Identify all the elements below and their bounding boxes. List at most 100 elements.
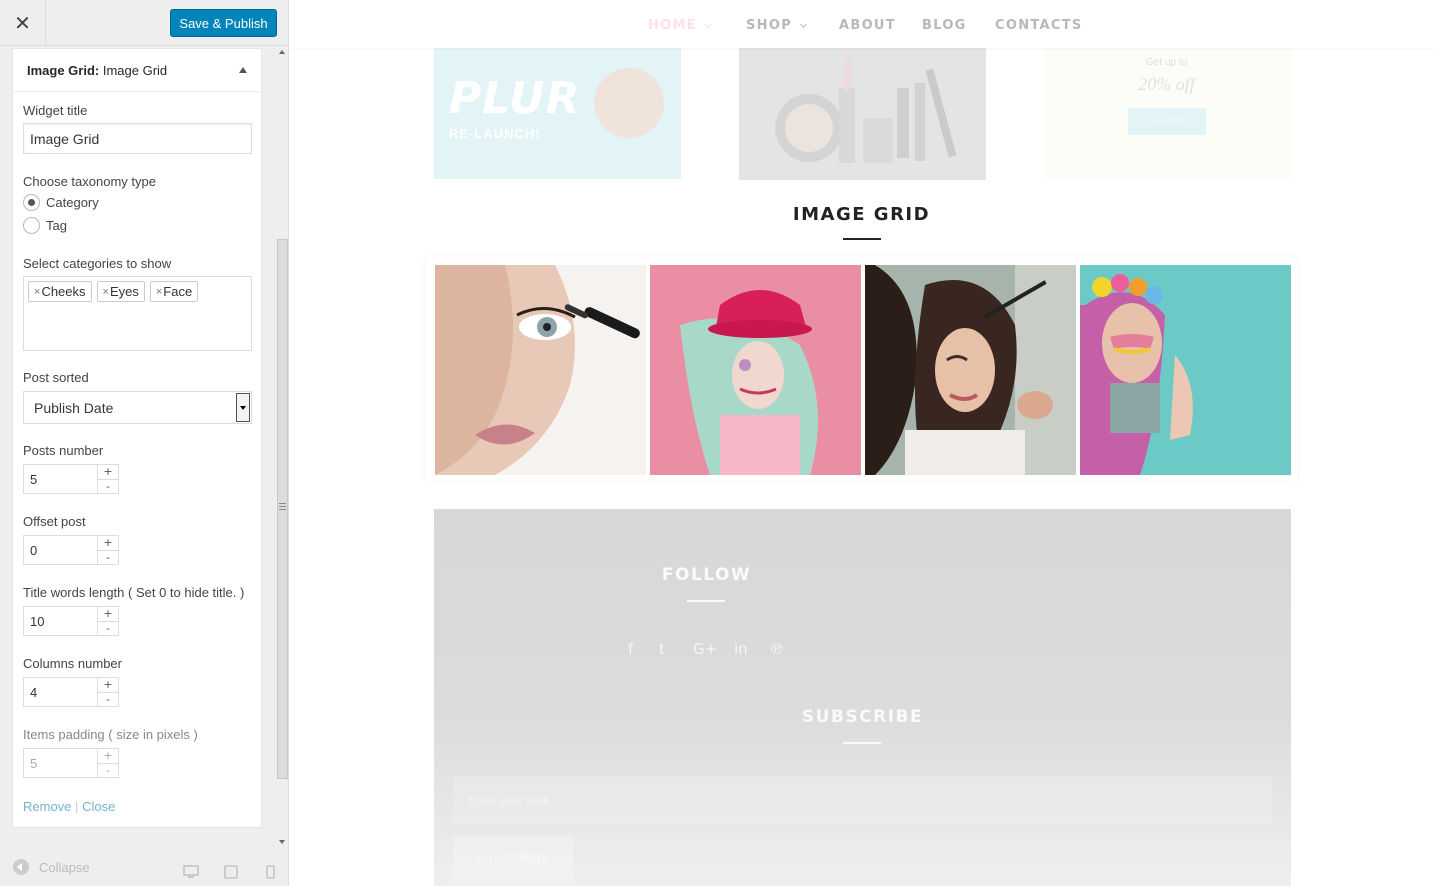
columns-input[interactable]: 4 xyxy=(24,678,97,706)
categories-label: Select categories to show xyxy=(23,256,172,271)
widget-title-bar[interactable]: Image Grid: Image Grid xyxy=(13,49,261,92)
posts-number-input[interactable]: 5 xyxy=(24,465,97,493)
offset-input[interactable]: 0 xyxy=(24,536,97,564)
radio-button[interactable] xyxy=(23,217,40,234)
pinterest-icon[interactable]: ℗ xyxy=(769,640,784,658)
nav-about[interactable]: ABOUT xyxy=(839,18,896,33)
offset-stepper[interactable]: 0 + - xyxy=(23,535,119,565)
post-sorted-value: Publish Date xyxy=(34,399,114,416)
title-length-input[interactable]: 10 xyxy=(24,607,97,635)
promo-shop-button[interactable]: SHOP NOW! xyxy=(1128,108,1206,135)
decrement-button: - xyxy=(98,762,118,778)
tablet-icon[interactable] xyxy=(224,865,238,879)
cosmetics-image xyxy=(739,48,986,180)
collapse-label[interactable]: Collapse xyxy=(39,860,90,875)
grid-image-flower-crown[interactable] xyxy=(1080,265,1291,475)
sidebar-scrollbar[interactable] xyxy=(275,46,288,846)
radio-tag[interactable]: Tag xyxy=(23,217,67,234)
sidebar-header: ✕ Save & Publish xyxy=(0,0,288,46)
subscribe-button[interactable]: SUBSCRIBE xyxy=(453,835,573,883)
customizer-sidebar: ✕ Save & Publish Image Grid: Image Grid … xyxy=(0,0,289,886)
remove-tag-icon[interactable]: × xyxy=(34,286,40,298)
google-plus-icon[interactable]: G+ xyxy=(693,640,717,658)
title-length-label: Title words length ( Set 0 to hide title… xyxy=(23,585,245,600)
remove-tag-icon[interactable]: × xyxy=(103,286,109,298)
radio-category[interactable]: Category xyxy=(23,194,99,211)
email-input[interactable]: Enter your mail xyxy=(453,776,1272,824)
collapse-arrow-icon[interactable] xyxy=(239,67,247,73)
taxonomy-label: Choose taxonomy type xyxy=(23,174,156,189)
decrement-button[interactable]: - xyxy=(98,478,118,494)
subscribe-underline xyxy=(843,742,881,744)
widget-title-input[interactable]: Image Grid xyxy=(23,123,252,154)
columns-stepper[interactable]: 4 + - xyxy=(23,677,119,707)
padding-input: 5 xyxy=(30,755,38,771)
sidebar-footer: Collapse xyxy=(0,848,288,886)
site-preview: HOME SHOP ABOUT BLOG CONTACTS PLUR RE-LA… xyxy=(290,0,1433,886)
padding-label: Items padding ( size in pixels ) xyxy=(23,727,198,742)
columns-label: Columns number xyxy=(23,656,122,671)
desktop-icon[interactable] xyxy=(183,865,199,879)
nav-blog[interactable]: BLOG xyxy=(922,18,967,33)
promo-banner-plur[interactable]: PLUR RE-LAUNCH! Shop now xyxy=(434,48,681,179)
widget-actions: Remove | Close xyxy=(23,799,115,814)
increment-button[interactable]: + xyxy=(98,678,118,692)
decrement-button[interactable]: - xyxy=(98,620,118,636)
chevron-down-icon xyxy=(704,20,712,28)
grid-image-pink-hat[interactable] xyxy=(650,265,861,475)
categories-multiselect[interactable]: × Cheeks × Eyes × Face xyxy=(23,276,252,351)
remove-tag-icon[interactable]: × xyxy=(156,286,162,298)
radio-tag-label: Tag xyxy=(46,218,67,233)
mobile-icon[interactable] xyxy=(266,865,275,879)
promo-link[interactable]: Shop now xyxy=(449,151,485,160)
increment-button: + xyxy=(103,749,113,763)
increment-button[interactable]: + xyxy=(98,465,118,479)
title-underline xyxy=(843,238,881,240)
widget-title-label: Widget title xyxy=(23,103,88,118)
powder-compact-image xyxy=(594,68,664,138)
promo-discount-value: 20% off xyxy=(1138,74,1195,94)
chevron-down-icon xyxy=(799,20,808,28)
main-navigation: HOME SHOP ABOUT BLOG CONTACTS xyxy=(290,0,1433,48)
site-footer: FOLLOW f t G+ in ℗ SUBSCRIBE Enter your … xyxy=(434,509,1291,886)
facebook-icon[interactable]: f xyxy=(628,640,633,658)
close-link[interactable]: Close xyxy=(82,799,115,814)
collapse-icon[interactable] xyxy=(13,859,29,875)
grid-image-mascara[interactable] xyxy=(435,265,646,475)
title-length-stepper[interactable]: 10 + - xyxy=(23,606,119,636)
category-tag-label: Cheeks xyxy=(41,284,86,299)
nav-shop-label: SHOP xyxy=(746,18,793,33)
scroll-up-arrow-icon[interactable] xyxy=(279,50,285,54)
posts-number-stepper[interactable]: 5 + - xyxy=(23,464,119,494)
decrement-button[interactable]: - xyxy=(98,549,118,565)
radio-button-checked[interactable] xyxy=(23,194,40,211)
grid-image-makeup-brush[interactable] xyxy=(865,265,1076,475)
nav-shop[interactable]: SHOP xyxy=(746,18,808,33)
increment-button[interactable]: + xyxy=(98,607,118,621)
category-tag[interactable]: × Face xyxy=(149,281,199,302)
promo-banner-cosmetics[interactable] xyxy=(739,48,986,180)
padding-stepper: 5 + - xyxy=(23,748,119,778)
remove-link[interactable]: Remove xyxy=(23,799,71,814)
promo-banner-discount[interactable]: Get up to 20% off SHOP NOW! xyxy=(1043,48,1290,179)
subscribe-title: SUBSCRIBE xyxy=(801,707,924,727)
chevron-down-icon[interactable] xyxy=(236,393,250,422)
save-publish-button[interactable]: Save & Publish xyxy=(170,9,277,37)
decrement-button[interactable]: - xyxy=(98,691,118,707)
widget-type: Image Grid: xyxy=(27,62,100,78)
widget-name: Image Grid xyxy=(99,62,168,78)
category-tag-label: Eyes xyxy=(109,284,139,299)
category-tag[interactable]: × Cheeks xyxy=(28,281,92,302)
category-tag[interactable]: × Eyes xyxy=(96,281,145,302)
post-sorted-select[interactable]: Publish Date xyxy=(23,391,252,424)
nav-contacts[interactable]: CONTACTS xyxy=(995,18,1083,33)
twitter-icon[interactable]: t xyxy=(659,640,665,658)
increment-button[interactable]: + xyxy=(98,536,118,550)
promo-title: PLUR xyxy=(449,73,581,124)
scroll-down-arrow-icon[interactable] xyxy=(279,840,285,844)
linkedin-icon[interactable]: in xyxy=(734,640,748,658)
nav-home[interactable]: HOME xyxy=(648,18,712,33)
scrollbar-grip-icon xyxy=(279,503,286,510)
close-icon[interactable]: ✕ xyxy=(0,0,46,46)
nav-home-label: HOME xyxy=(648,18,697,33)
